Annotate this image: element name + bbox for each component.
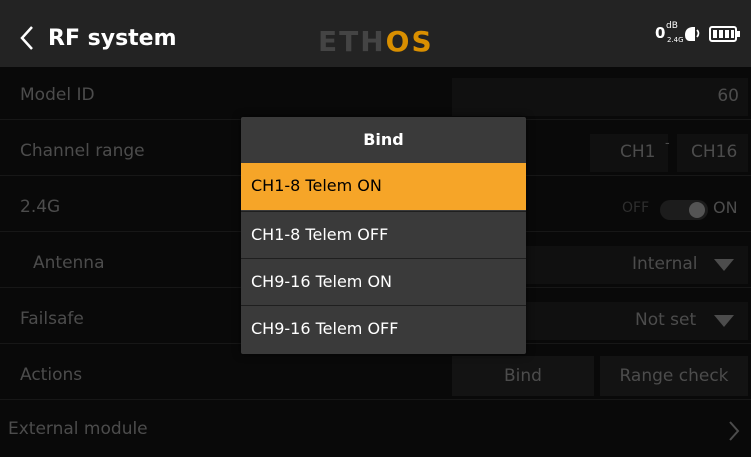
battery-icon (709, 26, 740, 42)
logo-main-text: ETH (318, 25, 386, 58)
rssi-indicator: 0 dB 2.4G (655, 21, 684, 44)
rssi-unit: dB (666, 21, 678, 31)
bind-option-ch9-16-telem-on[interactable]: CH9-16 Telem ON (241, 258, 526, 305)
logo-accent-text: OS (385, 25, 434, 58)
status-icons (683, 25, 741, 43)
rf-system-screen: RF system ETHOS 0 dB 2.4G Model ID 60 Ch… (0, 0, 751, 457)
page-title: RF system (48, 26, 177, 51)
chevron-left-icon (20, 26, 33, 50)
back-button[interactable] (10, 18, 44, 58)
rssi-value: 0 (655, 24, 666, 42)
bind-option-ch1-8-telem-on[interactable]: CH1-8 Telem ON (241, 163, 526, 210)
dialog-title: Bind (363, 130, 404, 149)
rssi-band: 2.4G (667, 36, 684, 44)
bind-dialog: Bind CH1-8 Telem ON CH1-8 Telem OFF CH9-… (241, 117, 526, 354)
header-bar: RF system ETHOS 0 dB 2.4G (0, 0, 751, 67)
receiver-icon (685, 27, 700, 41)
bind-option-ch9-16-telem-off[interactable]: CH9-16 Telem OFF (241, 305, 526, 354)
ethos-logo: ETHOS (318, 25, 434, 58)
bind-option-ch1-8-telem-off[interactable]: CH1-8 Telem OFF (241, 211, 526, 258)
